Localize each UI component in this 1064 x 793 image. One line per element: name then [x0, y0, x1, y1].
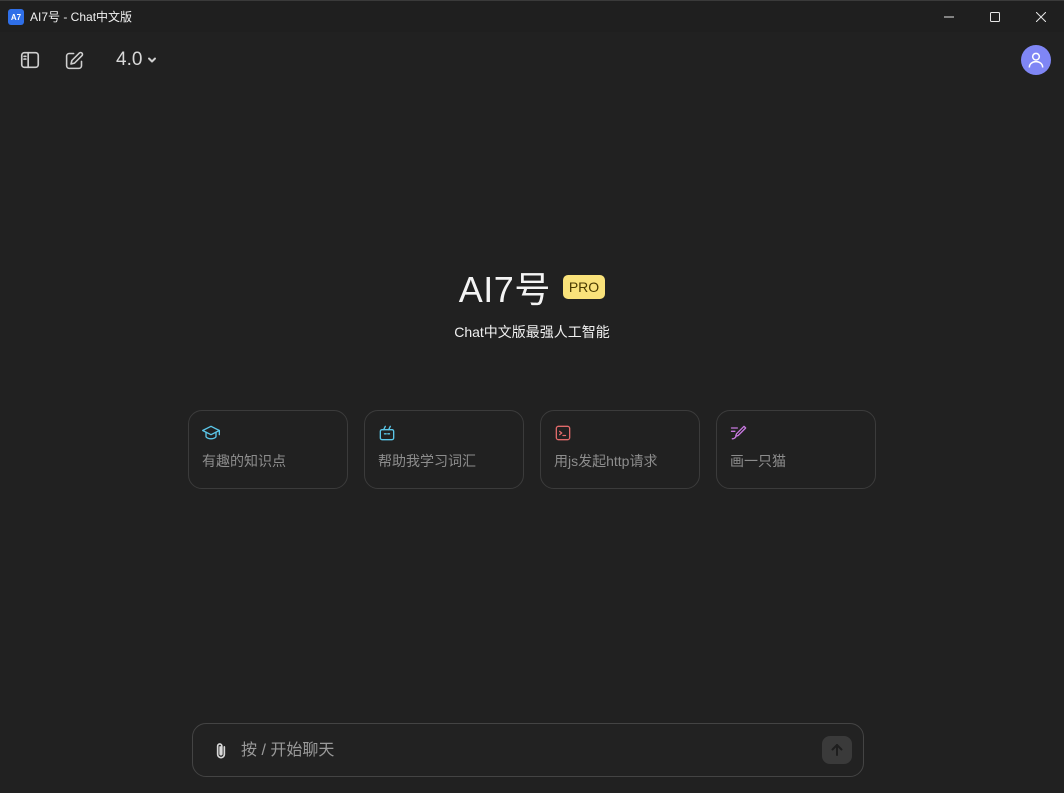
sidebar-toggle-button[interactable] — [14, 44, 46, 76]
suggestion-label: 用js发起http请求 — [554, 453, 658, 469]
suggestion-label: 有趣的知识点 — [202, 453, 286, 469]
avatar[interactable] — [1021, 45, 1051, 75]
suggestion-label: 画一只猫 — [730, 453, 786, 469]
title-bar: A7 AI7号 - Chat中文版 — [0, 0, 1064, 32]
sidebar-toggle-icon — [20, 51, 40, 69]
edit-icon — [65, 51, 83, 69]
new-chat-button[interactable] — [58, 44, 90, 76]
user-icon — [1028, 52, 1044, 68]
send-button[interactable] — [822, 736, 852, 764]
suggestion-label: 帮助我学习词汇 — [378, 453, 476, 469]
attach-button[interactable] — [209, 738, 233, 764]
chevron-down-icon — [148, 57, 157, 63]
suggestion-card-draw[interactable]: 画一只猫 — [716, 410, 876, 489]
paintbrush-icon — [729, 423, 749, 443]
suggestion-card-knowledge[interactable]: 有趣的知识点 — [188, 410, 348, 489]
graduation-cap-icon — [201, 423, 221, 443]
brand-title: AI7号 — [458, 269, 551, 310]
app-icon: A7 — [8, 9, 24, 25]
chat-composer — [192, 723, 864, 777]
hero-title-row: AI7号 PRO — [0, 264, 1064, 310]
paperclip-icon — [216, 743, 226, 759]
minimize-button[interactable] — [926, 1, 972, 33]
vocabulary-box-icon — [377, 423, 397, 443]
suggestion-card-http[interactable]: 用js发起http请求 — [540, 410, 700, 489]
suggestion-card-vocabulary[interactable]: 帮助我学习词汇 — [364, 410, 524, 489]
model-label: 4.0 — [116, 49, 143, 70]
hero-subtitle: Chat中文版最强人工智能 — [454, 324, 610, 340]
close-icon — [1036, 12, 1046, 22]
maximize-button[interactable] — [972, 1, 1018, 33]
model-selector[interactable]: 4.0 — [110, 44, 164, 76]
chat-input[interactable] — [241, 736, 811, 766]
pro-badge: PRO — [562, 275, 606, 299]
arrow-up-icon — [831, 744, 843, 756]
close-button[interactable] — [1018, 1, 1064, 33]
terminal-icon — [553, 423, 573, 443]
maximize-icon — [990, 12, 1000, 22]
minimize-icon — [944, 16, 954, 18]
window-title: AI7号 - Chat中文版 — [30, 10, 133, 24]
